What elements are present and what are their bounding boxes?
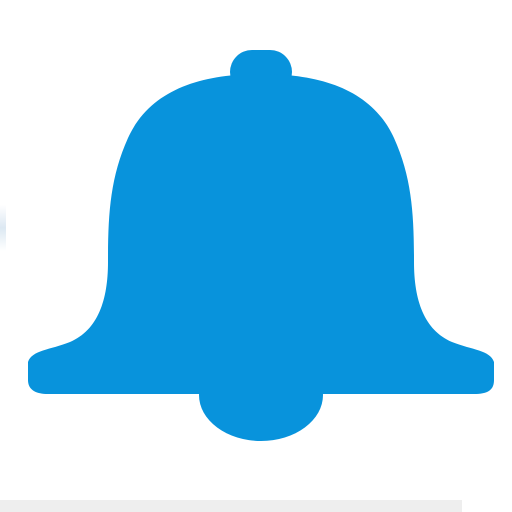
notification-bell-canvas [0, 0, 512, 512]
bell-icon[interactable] [0, 0, 512, 512]
left-edge-mark [0, 205, 6, 251]
bottom-strip [0, 500, 462, 512]
bell-body [28, 74, 494, 394]
